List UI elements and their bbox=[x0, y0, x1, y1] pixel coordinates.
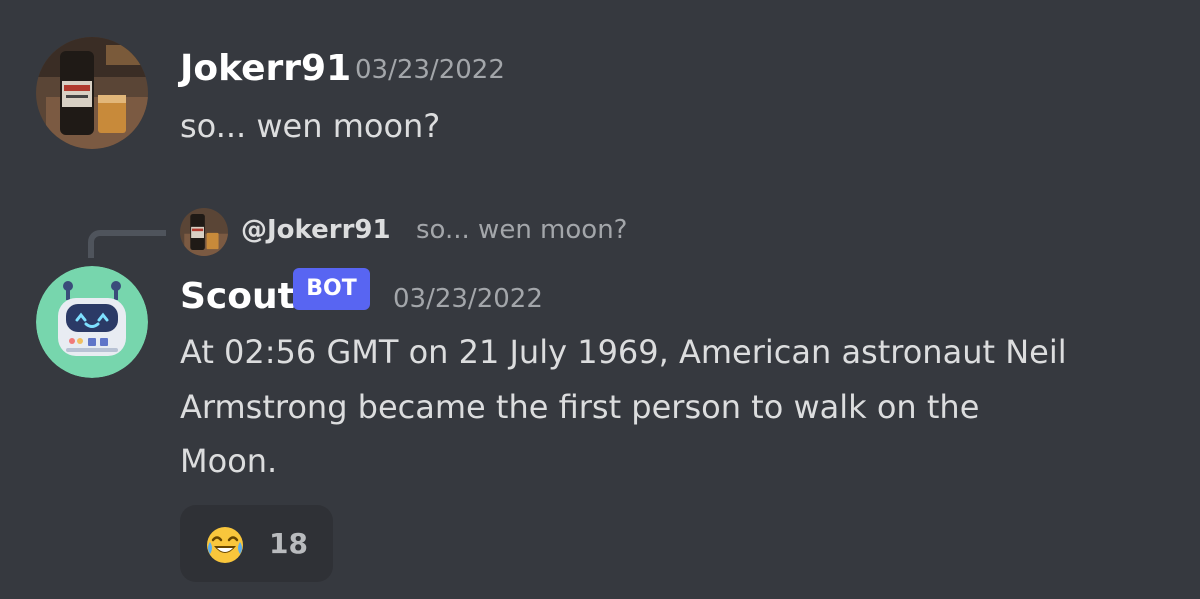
reaction-count: 18 bbox=[269, 527, 308, 560]
reply-mention[interactable]: @Jokerr91 bbox=[241, 212, 391, 248]
reply-spine bbox=[88, 230, 166, 258]
message1-text: so... wen moon? bbox=[180, 107, 441, 145]
reply-text[interactable]: so... wen moon? bbox=[416, 212, 627, 248]
user-avatar-jokerr91[interactable] bbox=[36, 37, 148, 149]
message2-line-3: Moon. bbox=[180, 442, 278, 480]
user-photo-icon bbox=[180, 208, 228, 256]
reply-avatar[interactable] bbox=[180, 208, 228, 256]
reaction-joy[interactable]: 18 bbox=[180, 505, 333, 582]
joy-emoji-icon bbox=[207, 527, 243, 563]
chat-channel: Jokerr91 03/23/2022 so... wen moon? @Jok… bbox=[0, 0, 1200, 599]
message2-timestamp: 03/23/2022 bbox=[393, 284, 543, 314]
bot-avatar-scout[interactable] bbox=[36, 266, 148, 378]
message1-username[interactable]: Jokerr91 bbox=[180, 47, 351, 91]
message2-line-2: Armstrong became the first person to wal… bbox=[180, 388, 980, 426]
message1-timestamp: 03/23/2022 bbox=[355, 55, 505, 85]
message2-line-1: At 02:56 GMT on 21 July 1969, American a… bbox=[180, 333, 1067, 371]
user-photo-icon bbox=[36, 37, 148, 149]
robot-icon bbox=[36, 266, 148, 378]
message2-username[interactable]: Scout bbox=[180, 275, 295, 319]
bot-badge: BOT bbox=[293, 268, 370, 310]
